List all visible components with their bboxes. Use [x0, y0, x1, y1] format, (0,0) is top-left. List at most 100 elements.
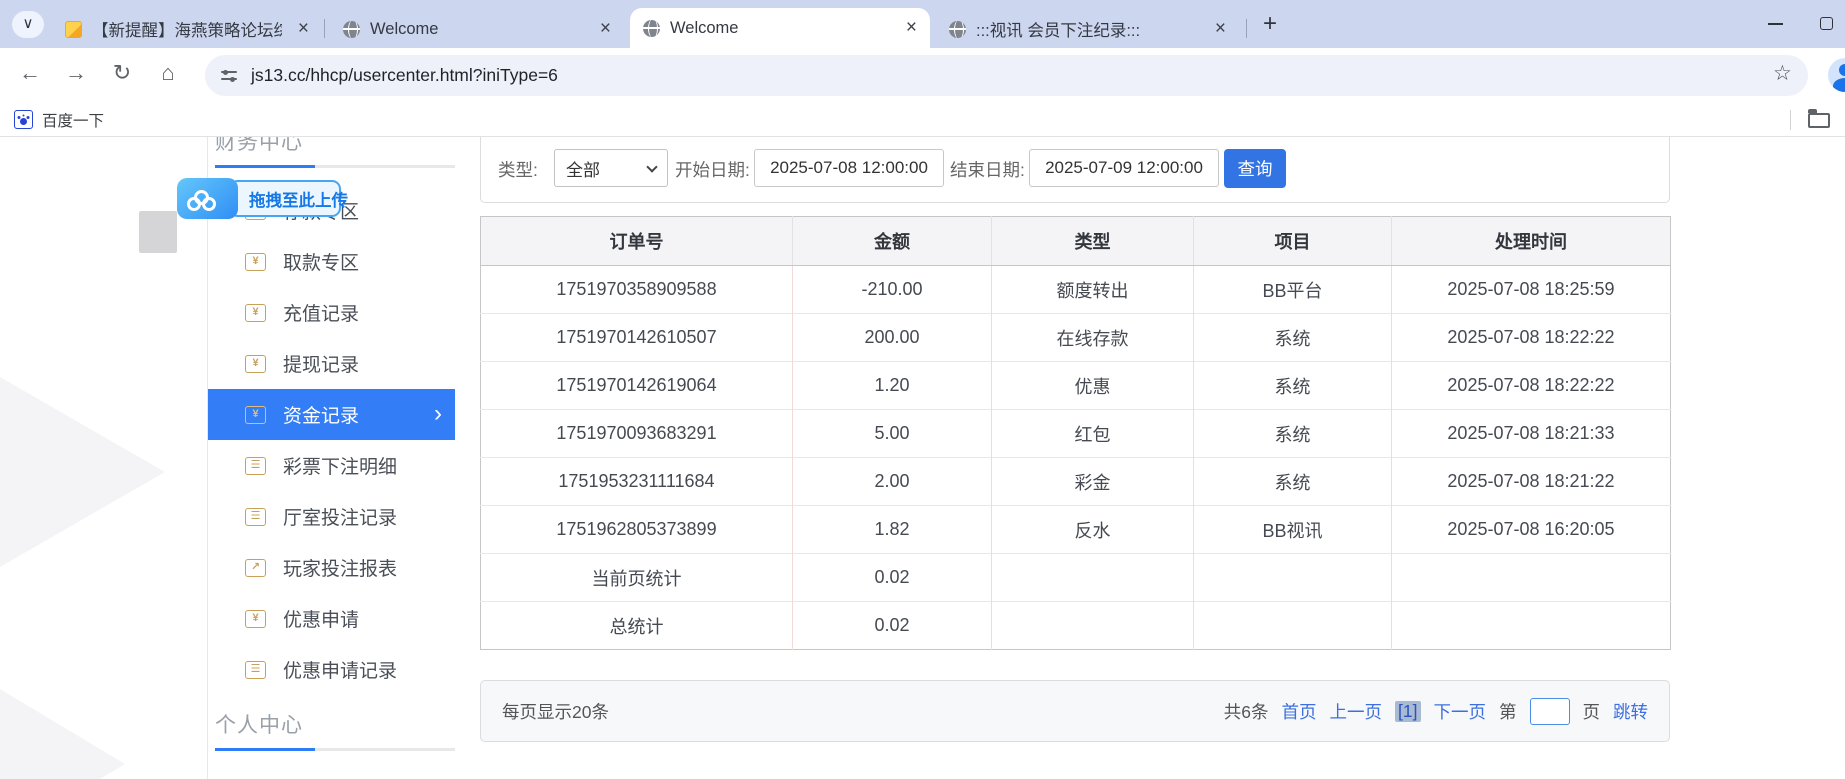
next-page-link[interactable]: 下一页: [1434, 699, 1487, 724]
table-cell: 额度转出: [992, 266, 1194, 314]
site-info-icon[interactable]: [221, 69, 237, 82]
table-cell: 系统: [1194, 314, 1392, 362]
table-row: 17519628053738991.82反水BB视讯2025-07-08 16:…: [481, 506, 1671, 554]
chevron-right-icon: ›: [434, 399, 442, 427]
forward-icon[interactable]: →: [60, 60, 92, 86]
table-cell: 优惠: [992, 362, 1194, 410]
table-cell: 1.20: [793, 362, 992, 410]
table-cell: [1392, 602, 1671, 650]
table-cell: 1751970358909588: [481, 266, 793, 314]
table-cell: [992, 554, 1194, 602]
sidebar-item-recharge-records[interactable]: ¥充值记录: [208, 287, 455, 338]
table-cell: 系统: [1194, 362, 1392, 410]
close-tab-icon[interactable]: ×: [1215, 18, 1226, 40]
sidebar-item-announcements[interactable]: ☰消息公告: [208, 771, 455, 779]
baidu-favicon: [14, 110, 33, 129]
background-triangle-watermark: [0, 377, 165, 567]
table-row: 17519532311116842.00彩金系统2025-07-08 18:21…: [481, 458, 1671, 506]
window-minimize-button[interactable]: [1768, 23, 1783, 25]
table-cell: 1.82: [793, 506, 992, 554]
browser-toolbar: ← → ↻ ⌂ js13.cc/hhcp/usercenter.html?ini…: [0, 48, 1845, 103]
close-tab-icon[interactable]: ×: [298, 18, 309, 40]
url-text[interactable]: js13.cc/hhcp/usercenter.html?iniType=6: [251, 65, 558, 86]
drag-upload-overlay[interactable]: 拖拽至此上传: [177, 178, 341, 219]
table-cell: -210.00: [793, 266, 992, 314]
lottery-bet-detail-icon: ☰: [245, 457, 266, 475]
page-content: 财务中心 ¥存款专区¥取款专区¥充值记录¥提现记录¥资金记录›☰彩票下注明细☰厅…: [0, 137, 1845, 779]
sidebar-item-promo-apply[interactable]: ¥优惠申请: [208, 593, 455, 644]
sidebar-item-promo-apply-records[interactable]: ☰优惠申请记录: [208, 644, 455, 695]
table-cell: 反水: [992, 506, 1194, 554]
funds-records-table: 订单号金额类型项目处理时间 1751970358909588-210.00额度转…: [480, 216, 1671, 650]
table-cell: 2025-07-08 18:21:22: [1392, 458, 1671, 506]
tab-title: 【新提醒】海燕策略论坛综合交: [92, 17, 282, 41]
sidebar-item-label: 取款专区: [283, 248, 359, 275]
sidebar-item-label: 提现记录: [283, 350, 359, 377]
jump-page-input[interactable]: [1530, 698, 1570, 725]
table-cell: 当前页统计: [481, 554, 793, 602]
search-button[interactable]: 查询: [1224, 149, 1286, 188]
bookmark-star-icon[interactable]: ☆: [1773, 61, 1792, 86]
sidebar-item-label: 彩票下注明细: [283, 452, 397, 479]
background-triangle-watermark: [0, 689, 125, 779]
table-cell: 0.02: [793, 554, 992, 602]
close-tab-icon[interactable]: ×: [600, 18, 611, 40]
end-date-input[interactable]: [1029, 149, 1219, 187]
globe-favicon: [643, 20, 660, 37]
type-select[interactable]: 全部: [554, 149, 668, 187]
tab-welcome-1[interactable]: Welcome ×: [330, 10, 624, 48]
new-tab-button[interactable]: +: [1255, 10, 1285, 40]
table-cell: BB平台: [1194, 266, 1392, 314]
table-cell: 在线存款: [992, 314, 1194, 362]
home-icon[interactable]: ⌂: [152, 60, 184, 86]
sidebar-item-withdraw-zone[interactable]: ¥ 取款专区: [208, 236, 455, 287]
column-header: 项目: [1194, 217, 1392, 266]
bookmark-baidu[interactable]: 百度一下: [42, 109, 104, 131]
profile-avatar[interactable]: [1828, 58, 1845, 92]
tab-video-bet-records[interactable]: :::视讯 会员下注纪录::: ×: [936, 10, 1239, 48]
table-cell: BB视讯: [1194, 506, 1392, 554]
table-cell: 2.00: [793, 458, 992, 506]
promo-apply-icon: ¥: [245, 610, 266, 628]
finance-menu: ¥存款专区¥取款专区¥充值记录¥提现记录¥资金记录›☰彩票下注明细☰厅室投注记录…: [208, 185, 455, 695]
sidebar-item-label: 优惠申请记录: [283, 656, 397, 683]
bookmarks-folder-icon[interactable]: [1808, 113, 1830, 128]
table-cell: [992, 602, 1194, 650]
withdraw-zone-icon: ¥: [245, 253, 266, 271]
tab-search-button[interactable]: ∨: [12, 11, 44, 38]
tab-title: :::视讯 会员下注纪录:::: [976, 17, 1199, 41]
window-maximize-button[interactable]: [1820, 17, 1833, 30]
bookmarks-divider: [1790, 110, 1791, 130]
first-page-link[interactable]: 首页: [1282, 699, 1317, 724]
table-row: 1751970358909588-210.00额度转出BB平台2025-07-0…: [481, 266, 1671, 314]
player-bet-report-icon: ↗: [245, 559, 266, 577]
netdisk-cloud-icon: [177, 178, 238, 219]
table-cell: 1751962805373899: [481, 506, 793, 554]
sidebar-item-funds-records[interactable]: ¥资金记录›: [208, 389, 455, 440]
table-cell: 2025-07-08 16:20:05: [1392, 506, 1671, 554]
sidebar-item-label: 玩家投注报表: [283, 554, 397, 581]
reload-icon[interactable]: ↻: [106, 60, 138, 86]
tab-title: Welcome: [670, 19, 890, 38]
table-cell: 1751970142610507: [481, 314, 793, 362]
back-icon[interactable]: ←: [14, 60, 46, 86]
jump-prefix-label: 第: [1499, 699, 1517, 724]
start-date-input[interactable]: [754, 149, 944, 187]
drag-ghost-thumbnail: [139, 211, 177, 253]
sidebar-item-player-bet-report[interactable]: ↗ 玩家投注报表: [208, 542, 455, 593]
address-bar[interactable]: js13.cc/hhcp/usercenter.html?iniType=6: [205, 55, 1808, 96]
jump-link[interactable]: 跳转: [1613, 699, 1648, 724]
tab-welcome-2-active[interactable]: Welcome ×: [630, 8, 930, 48]
table-cell: 1751953231111684: [481, 458, 793, 506]
sidebar-item-withdraw-records[interactable]: ¥提现记录: [208, 338, 455, 389]
per-page-label: 每页显示20条: [502, 699, 609, 724]
sidebar-item-hall-bet-records[interactable]: ☰厅室投注记录: [208, 491, 455, 542]
tab-forum[interactable]: 【新提醒】海燕策略论坛综合交 ×: [52, 10, 322, 48]
sidebar-item-lottery-bet-details[interactable]: ☰ 彩票下注明细: [208, 440, 455, 491]
close-tab-icon[interactable]: ×: [906, 17, 917, 39]
table-cell: 0.02: [793, 602, 992, 650]
prev-page-link[interactable]: 上一页: [1330, 699, 1383, 724]
tab-separator: [324, 19, 325, 38]
type-select-value: 全部: [566, 156, 600, 181]
globe-favicon: [949, 21, 966, 38]
